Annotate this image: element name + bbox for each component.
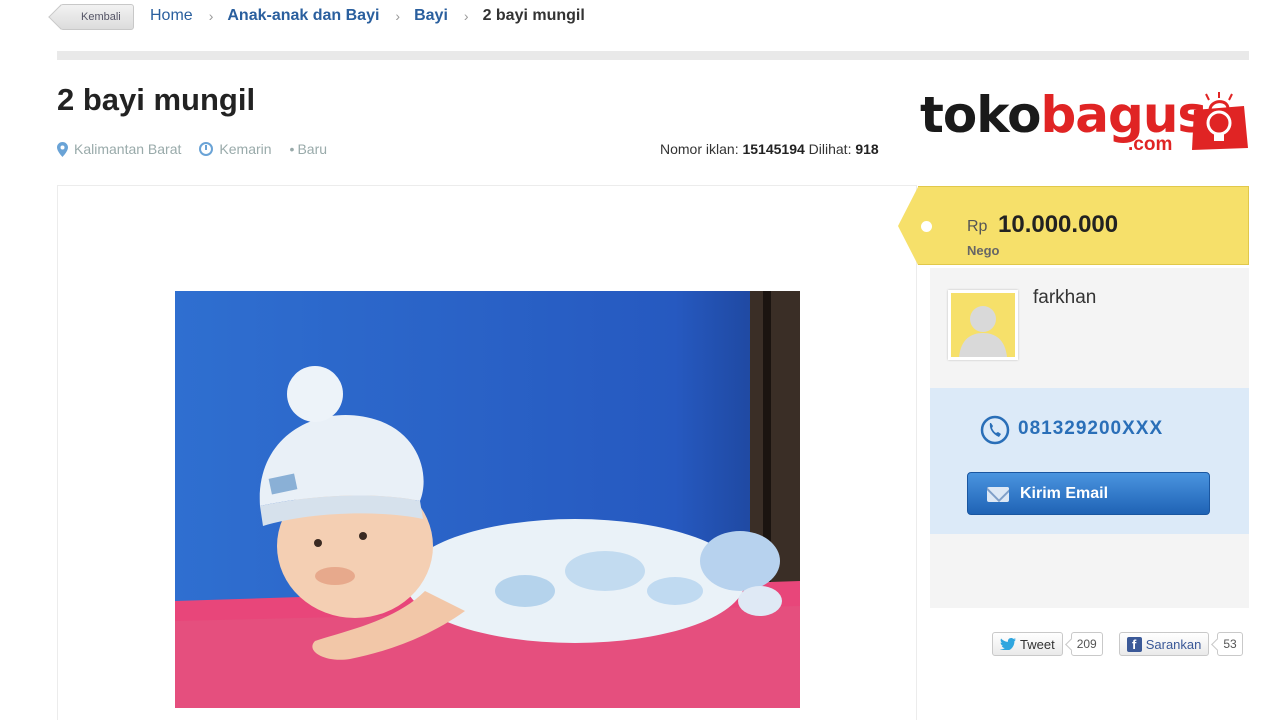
facebook-label: Sarankan [1145, 636, 1202, 652]
breadcrumb-home-link[interactable]: Home [150, 7, 193, 25]
tokobagus-logo[interactable]: tokobagus .com [920, 72, 1250, 162]
breadcrumb-category-link[interactable]: Anak-anak dan Bayi [227, 7, 379, 25]
header-divider [57, 51, 1249, 60]
condition: • Baru [290, 141, 327, 157]
tag-hole [921, 221, 932, 232]
facebook-count: 53 [1217, 632, 1243, 656]
avatar[interactable] [948, 290, 1018, 360]
ad-detail-page: Kembali Home › Anak-anak dan Bayi › Bayi… [0, 0, 1280, 720]
breadcrumb-current: 2 bayi mungil [482, 7, 585, 24]
clock-icon [199, 142, 214, 156]
shopping-bag-bulb-icon [1192, 92, 1248, 150]
baby-photo-image [175, 291, 800, 708]
ad-number: 15145194 [742, 141, 805, 157]
price-tag: Rp 10.000.000 Nego [898, 186, 1249, 265]
back-button-label: Kembali [81, 11, 121, 23]
bullet-icon: • [289, 141, 295, 157]
ad-meta: Kalimantan Barat Kemarin • Baru [57, 141, 345, 157]
phone-number[interactable]: 081329200XXX [1018, 418, 1163, 440]
envelope-icon [987, 487, 1009, 502]
twitter-bird-icon [1000, 638, 1016, 650]
views-count: 918 [855, 141, 879, 157]
social-share-bar: Tweet 209 f Sarankan 53 [992, 632, 1243, 656]
location-text: Kalimantan Barat [74, 141, 182, 157]
logo-suffix: .com [1128, 134, 1173, 155]
breadcrumb-subcategory-link[interactable]: Bayi [414, 7, 448, 25]
contact-box: 081329200XXX Kirim Email [930, 388, 1249, 534]
tweet-button[interactable]: Tweet [992, 632, 1063, 656]
condition-text: Baru [297, 141, 328, 157]
page-title: 2 bayi mungil [57, 82, 256, 117]
logo-part1: toko [920, 86, 1042, 144]
chevron-right-icon: › [463, 8, 469, 24]
breadcrumb: Home › Anak-anak dan Bayi › Bayi › 2 bay… [150, 7, 585, 25]
ad-number-label: Nomor iklan: [660, 141, 739, 157]
price-currency: Rp [967, 218, 988, 235]
chevron-right-icon: › [395, 8, 401, 24]
send-email-button[interactable]: Kirim Email [967, 472, 1210, 515]
ad-photo[interactable] [175, 291, 800, 708]
phone-icon [980, 415, 1010, 445]
chevron-right-icon: › [208, 8, 214, 24]
price-amount: 10.000.000 [998, 211, 1119, 238]
tweet-label: Tweet [1020, 636, 1055, 652]
seller-panel: farkhan 081329200XXX Kirim Email [930, 268, 1249, 608]
location: Kalimantan Barat [57, 141, 181, 157]
price-negotiable: Nego [967, 243, 1000, 258]
back-button[interactable]: Kembali [60, 4, 134, 30]
posted-time: Kemarin [199, 141, 272, 157]
send-email-label: Kirim Email [1020, 484, 1109, 502]
facebook-icon: f [1126, 636, 1142, 652]
user-silhouette-icon [959, 306, 1007, 357]
seller-name[interactable]: farkhan [1033, 287, 1096, 309]
location-pin-icon [57, 141, 68, 157]
tweet-count: 209 [1070, 632, 1103, 656]
ad-info: Nomor iklan: 15145194 Dilihat: 918 [660, 141, 879, 157]
posted-time-text: Kemarin [219, 141, 272, 157]
views-label: Dilihat: [808, 141, 852, 157]
logo-part2: bagus [1040, 86, 1208, 144]
facebook-recommend-button[interactable]: f Sarankan [1118, 632, 1210, 656]
